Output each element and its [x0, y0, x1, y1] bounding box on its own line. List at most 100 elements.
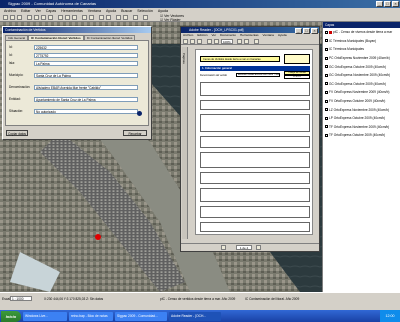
layer-item[interactable]: IC Términos Municipales (Boyan) [323, 37, 400, 46]
pdf-select-icon[interactable] [214, 38, 219, 44]
scale-select[interactable]: 1 : 1000 [10, 296, 32, 301]
layer-checkbox[interactable] [325, 30, 328, 34]
zoom-out-icon[interactable] [34, 15, 39, 20]
layer-checkbox[interactable] [325, 56, 328, 60]
pdf-header-title: Censo de Vertidos desde tierra a mar en … [200, 56, 280, 62]
info-icon[interactable] [48, 15, 53, 20]
pdf-zoom-in-icon[interactable] [237, 38, 242, 44]
layer-item[interactable]: pIC - Censo de viveros desde tierra a ma… [323, 28, 400, 37]
situacion-field[interactable]: No autorizado [34, 108, 138, 114]
layer-item[interactable]: LZ OrtoExpress Noviembre 2009 (40cm/b) [323, 105, 400, 114]
entidad-field[interactable]: Ayuntamiento de Santa Cruz de La Palma [34, 96, 138, 102]
field-row: Id: 2775792 [9, 52, 138, 58]
pdf-print-icon[interactable] [190, 38, 195, 44]
close-dialog-button[interactable]: Recarbar [123, 130, 147, 136]
municipio-field[interactable]: Santa Cruz de La Palma [34, 72, 138, 78]
pdf-prev-page-icon[interactable] [221, 245, 226, 250]
field-row: Municipio: Santa Cruz de La Palma [9, 72, 138, 78]
pdf-title: Adobe Reader - [OCH_LPSC01.pdf] [189, 28, 244, 32]
export-icon[interactable] [116, 15, 121, 20]
id-field-2[interactable]: 2775792 [34, 52, 138, 58]
taskbar-item[interactable]: reino.bap - Bloc de notas [69, 311, 113, 321]
pdf-form-block [200, 82, 310, 96]
pan-icon[interactable] [41, 15, 46, 20]
window-title: Sigpac 2009 - Comunidad Autónoma de Cana… [8, 1, 97, 6]
layer-item[interactable]: TF OrtoExpress Octubre 2009 (40cm/b) [323, 131, 400, 140]
layers-icon[interactable] [72, 15, 77, 20]
start-button[interactable]: Inicio [1, 310, 21, 322]
field-label: Situación: [9, 109, 23, 113]
save-icon[interactable] [10, 15, 15, 20]
layer-checkbox[interactable] [325, 90, 328, 94]
pdf-next-page-icon[interactable] [256, 245, 261, 250]
layer-item[interactable]: FV OrtoExpress Noviembre 2009 (40cm/b) [323, 88, 400, 97]
system-clock: 12:00 [380, 310, 400, 322]
active-layer-info: pIC - Censo de vertidos desde tierra a m… [160, 297, 236, 301]
print-icon[interactable] [17, 15, 22, 20]
help-icon[interactable] [133, 15, 138, 20]
pdf-page-indicator[interactable]: 1 de 4 [236, 245, 252, 250]
layer-checkbox[interactable] [325, 125, 328, 129]
dialog-title: Contaminación de Vertidos [3, 27, 151, 33]
field-row: Id: 225632 [9, 44, 138, 50]
taskbar-item[interactable]: Sigpac 2009 - Comunidad... [115, 311, 167, 321]
id-field[interactable]: 225632 [34, 44, 138, 50]
pdf-hand-icon[interactable] [207, 38, 212, 44]
pdf-form-block [200, 100, 310, 110]
layer-checkbox[interactable] [325, 39, 328, 43]
pdf-maximize-button[interactable]: □ [303, 27, 310, 34]
forward-icon[interactable] [89, 15, 94, 20]
pdf-zoom-select[interactable]: 100% [221, 39, 233, 44]
pdf-pages-panel-tab[interactable]: Páginas [182, 47, 188, 239]
discharge-point-marker [95, 234, 101, 240]
layer-checkbox[interactable] [325, 99, 328, 103]
pdf-email-icon[interactable] [197, 38, 202, 44]
layer-checkbox[interactable] [325, 116, 328, 120]
field-label: Id: [9, 45, 13, 49]
minimize-button[interactable]: _ [376, 1, 383, 7]
pdf-close-button[interactable]: × [311, 27, 318, 34]
layer-checkbox[interactable] [325, 65, 328, 69]
layer-item[interactable]: GC OrtoExpress Octubre 2009 (40cm/b) [323, 62, 400, 71]
refresh-icon[interactable] [106, 15, 111, 20]
maximize-button[interactable]: □ [384, 1, 391, 7]
layer-item[interactable]: LP OrtoExpress Octubre 2009 (40cm/b) [323, 114, 400, 123]
pdf-zoom-out-icon[interactable] [244, 38, 249, 44]
denominacion-field[interactable]: Aliviadero EBAR Avenida Mar frente "Cabi… [34, 84, 138, 90]
close-button[interactable]: × [392, 1, 399, 7]
measure-icon[interactable] [58, 15, 63, 20]
back-icon[interactable] [82, 15, 87, 20]
isla-field[interactable]: La Palma [34, 60, 138, 66]
main-toolbar [0, 14, 400, 22]
pdf-minimize-button[interactable]: _ [295, 27, 302, 34]
settings-icon[interactable] [123, 15, 128, 20]
taskbar: Inicio Windows Live... reino.bap - Bloc … [0, 310, 400, 322]
layer-item[interactable]: GC OrtoExpress Octubre 2009 (40cm/b) [323, 80, 400, 89]
pdf-save-icon[interactable] [183, 38, 188, 44]
layer-item[interactable]: PC OrtoExpress Noviembre 2009 (40cm/b) [323, 54, 400, 63]
layer-item[interactable]: FV OrtoExpress Octubre 2009 (40cm/b) [323, 97, 400, 106]
field-row: Entidad: Ayuntamiento de Santa Cruz de La… [9, 96, 138, 102]
layer-checkbox[interactable] [325, 73, 328, 77]
fullscreen-icon[interactable] [143, 15, 148, 20]
open-icon[interactable] [3, 15, 8, 20]
field-row: Situación: No autorizado [9, 108, 138, 114]
zoom-in-icon[interactable] [27, 15, 32, 20]
layer-item[interactable]: IC Términos Municipales [323, 45, 400, 54]
layer-item[interactable]: TF OrtoExpress Noviembre 2009 (40cm/b) [323, 123, 400, 132]
pdf-logo [284, 54, 310, 64]
pdf-search-icon[interactable] [254, 38, 259, 44]
select-icon[interactable] [65, 15, 70, 20]
layer-checkbox[interactable] [325, 133, 328, 137]
copy-data-button[interactable]: Copiar datos [6, 130, 28, 136]
layer-checkbox[interactable] [325, 82, 328, 86]
taskbar-item[interactable]: Windows Live... [23, 311, 67, 321]
search-icon[interactable] [99, 15, 104, 20]
layer-checkbox[interactable] [325, 47, 328, 51]
feature-info-dialog: Contaminación de Vertidos Info General I… [2, 26, 152, 140]
layer-item[interactable]: GC OrtoExpress Noviembre 2009 (40cm/b) [323, 71, 400, 80]
pdf-subsection: Denominación del vertido [200, 74, 227, 77]
taskbar-item[interactable]: Adobe Reader - [OCH... [169, 311, 221, 321]
layer-checkbox[interactable] [325, 108, 328, 112]
next-record-icon[interactable] [137, 111, 142, 116]
